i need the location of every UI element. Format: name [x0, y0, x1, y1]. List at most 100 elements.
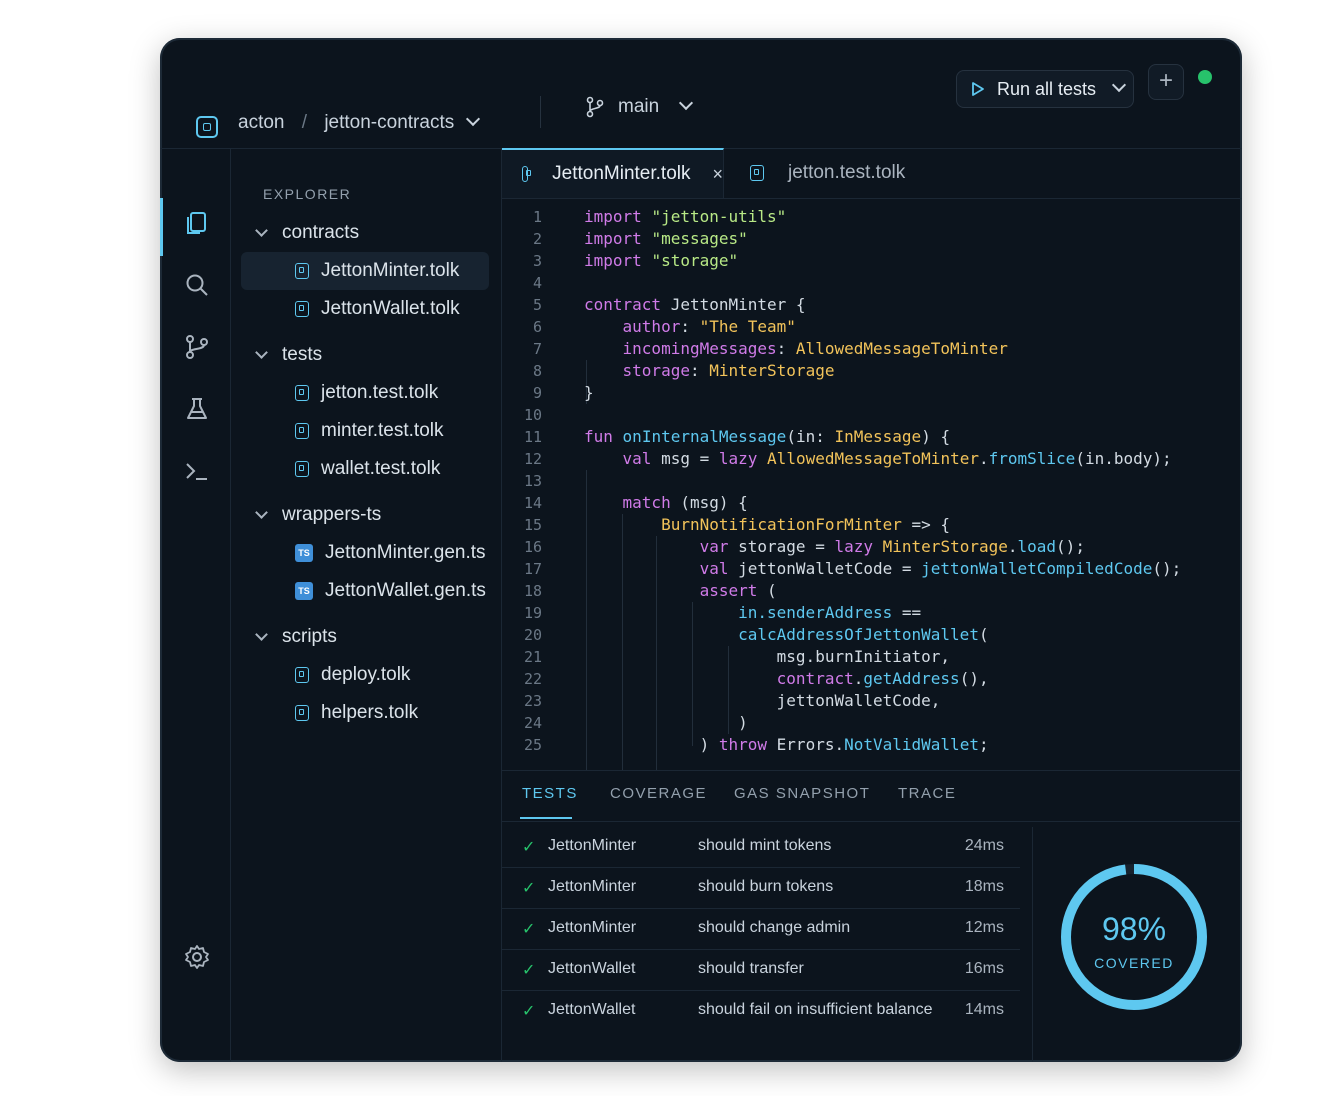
folder-tests[interactable]: tests [231, 336, 501, 374]
tab-tests[interactable]: TESTS [522, 785, 578, 802]
branch-name: main [618, 96, 660, 117]
code-area[interactable]: 1 import "jetton-utils" 2 import "messages… [502, 206, 1242, 770]
app-logo-icon [196, 116, 218, 138]
file-item[interactable]: wallet.test.tolk [241, 450, 489, 488]
editor-tabs: JettonMinter.tolk × jetton.test.tolk [502, 148, 1242, 199]
file-item[interactable]: JettonWallet.tolk [241, 290, 489, 328]
folder-contracts[interactable]: contracts [231, 214, 501, 252]
file-label: JettonMinter.tolk [321, 260, 460, 281]
test-result-row[interactable]: ✓ JettonMinter should mint tokens 24ms [502, 827, 1020, 868]
file-item[interactable]: TS JettonWallet.gen.ts [241, 572, 489, 610]
panel-tabs: TESTS COVERAGE GAS SNAPSHOT TRACE [502, 771, 1242, 822]
line-number: 9 [532, 384, 542, 402]
folder-wrappers-ts[interactable]: wrappers-ts [231, 496, 501, 534]
line-number: 20 [523, 626, 542, 644]
test-panel: TESTS COVERAGE GAS SNAPSHOT TRACE ✓ Jett… [502, 770, 1242, 1062]
test-suite: JettonMinter [548, 919, 637, 936]
tab-label: jetton.test.tolk [788, 162, 906, 183]
line-number: 10 [523, 406, 542, 424]
chevron-down-icon [255, 505, 268, 519]
run-all-tests-button[interactable]: Run all tests [956, 70, 1134, 108]
terminal-icon[interactable] [184, 458, 210, 484]
tolk-file-icon [295, 667, 309, 683]
tolk-file-icon [295, 705, 309, 721]
file-item[interactable]: minter.test.tolk [241, 412, 489, 450]
line-number: 6 [532, 318, 542, 336]
test-duration: 12ms [964, 919, 1004, 936]
tolk-file-icon [295, 461, 309, 477]
file-item[interactable]: JettonMinter.tolk [241, 252, 489, 290]
file-label: JettonWallet.tolk [321, 298, 460, 319]
tab-gas-snapshot[interactable]: GAS SNAPSHOT [734, 785, 870, 802]
add-button[interactable]: + [1148, 64, 1184, 100]
tab-jettonminter[interactable]: JettonMinter.tolk × [502, 148, 724, 198]
test-name: should transfer [698, 960, 804, 977]
tolk-file-icon [295, 263, 309, 279]
branch-selector[interactable]: main [586, 95, 694, 118]
explorer-title: EXPLORER [263, 186, 352, 202]
run-all-tests-label: Run all tests [997, 78, 1097, 99]
folder-label: scripts [282, 626, 337, 647]
test-suite: JettonWallet [548, 960, 636, 977]
line-number: 11 [523, 428, 542, 446]
line-number: 18 [523, 582, 542, 600]
beaker-icon[interactable] [184, 396, 210, 422]
folder-label: contracts [282, 222, 360, 243]
file-label: minter.test.tolk [321, 420, 444, 441]
typescript-file-icon: TS [295, 544, 313, 562]
git-branch-icon [586, 96, 604, 118]
test-name: should change admin [698, 919, 851, 936]
check-icon: ✓ [522, 962, 536, 979]
test-result-row[interactable]: ✓ JettonWallet should fail on insufficie… [502, 991, 1020, 1031]
test-name: should mint tokens [698, 837, 832, 854]
tab-jetton-test[interactable]: jetton.test.tolk [730, 148, 930, 198]
line-number: 4 [532, 274, 542, 292]
active-tab-indicator [520, 817, 572, 819]
file-item[interactable]: TS JettonMinter.gen.ts [241, 534, 489, 572]
chevron-down-icon [255, 345, 268, 359]
test-duration: 14ms [964, 1001, 1004, 1018]
line-number: 17 [523, 560, 542, 578]
source-control-icon[interactable] [184, 334, 210, 360]
line-number: 22 [523, 670, 542, 688]
file-item[interactable]: jetton.test.tolk [241, 374, 489, 412]
line-number: 15 [523, 516, 542, 534]
tab-coverage[interactable]: COVERAGE [610, 785, 707, 802]
typescript-file-icon: TS [295, 582, 313, 600]
settings-icon[interactable] [184, 944, 210, 970]
folder-label: wrappers-ts [282, 504, 382, 525]
test-result-row[interactable]: ✓ JettonMinter should burn tokens 18ms [502, 868, 1020, 909]
files-icon[interactable] [184, 210, 210, 236]
search-icon[interactable] [184, 272, 210, 298]
file-label: JettonWallet.gen.ts [325, 580, 486, 601]
tab-trace[interactable]: TRACE [898, 785, 956, 802]
tolk-file-icon [295, 385, 309, 401]
tolk-file-icon [522, 166, 532, 182]
file-item[interactable]: helpers.tolk [241, 694, 489, 732]
test-result-row[interactable]: ✓ JettonMinter should change admin 12ms [502, 909, 1020, 950]
breadcrumb-separator: / [301, 112, 308, 133]
breadcrumb-org[interactable]: acton [238, 112, 284, 133]
divider [540, 96, 541, 128]
breadcrumb-repo[interactable]: jetton-contracts [324, 112, 454, 133]
tolk-file-icon [295, 301, 309, 317]
chevron-down-icon[interactable] [1111, 77, 1127, 93]
line-number: 23 [523, 692, 542, 710]
close-icon[interactable]: × [712, 164, 723, 185]
ide-window: acton / jetton-contracts main Run all te… [160, 38, 1242, 1062]
test-duration: 16ms [964, 960, 1004, 977]
check-icon: ✓ [522, 880, 536, 897]
tab-label: JettonMinter.tolk [552, 163, 691, 184]
coverage-percent: 98% [1101, 911, 1167, 947]
status-indicator [1198, 70, 1212, 84]
folder-scripts[interactable]: scripts [231, 618, 501, 656]
chevron-down-icon [679, 95, 694, 111]
chevron-down-icon[interactable] [465, 111, 480, 127]
tolk-file-icon [750, 165, 764, 181]
line-number: 5 [532, 296, 542, 314]
file-item[interactable]: deploy.tolk [241, 656, 489, 694]
line-number: 3 [532, 252, 542, 270]
chevron-down-icon [255, 223, 268, 237]
test-suite: JettonMinter [548, 837, 637, 854]
test-result-row[interactable]: ✓ JettonWallet should transfer 16ms [502, 950, 1020, 991]
